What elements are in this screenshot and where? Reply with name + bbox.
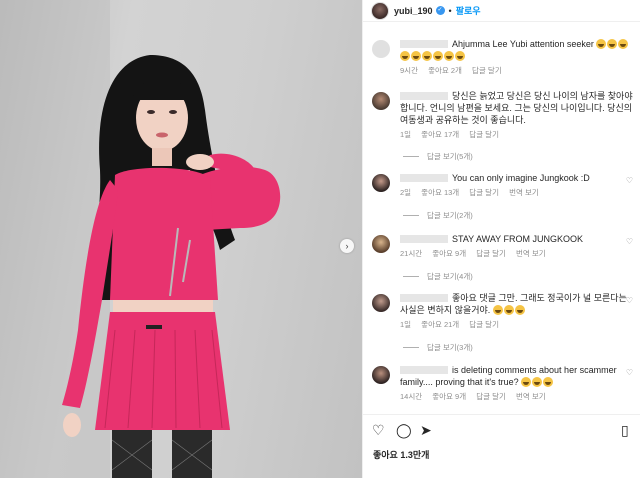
comment-icon[interactable]: ◯ [396, 423, 412, 437]
avatar[interactable] [372, 366, 390, 384]
comment-text: 당신은 늙었고 당신은 당신 나이의 남자를 찾아야합니다. 언니의 남편을 보… [400, 90, 633, 126]
separator-dot: • [448, 5, 452, 16]
comment-likes[interactable]: 좋아요 9개 [432, 249, 466, 258]
comment-time: 14시간 [400, 392, 423, 401]
comment-likes[interactable]: 좋아요 21개 [421, 320, 459, 329]
comment-text-content: Ahjumma Lee Yubi attention seeker [452, 39, 594, 49]
view-replies-button[interactable]: 답글 보기(4개) [403, 271, 473, 282]
emoji-row [521, 377, 554, 387]
heart-icon[interactable]: ♡ [372, 423, 385, 437]
share-icon[interactable]: ➤ [420, 423, 432, 437]
post-header: yubi_190 ✓ • 팔로우 [363, 0, 640, 22]
comment-text: You can only imagine Jungkook :D [400, 172, 633, 184]
username-blurred [400, 294, 448, 302]
translate-button[interactable]: 번역 보기 [516, 392, 546, 401]
post-photo[interactable]: › [0, 0, 362, 478]
post-actions: ♡ ◯ ➤ ▯ [363, 414, 640, 444]
comment-time: 2일 [400, 188, 412, 197]
comment-time: 1일 [400, 130, 412, 139]
comment-likes[interactable]: 좋아요 2개 [428, 66, 462, 75]
avatar[interactable] [372, 235, 390, 253]
next-arrow-icon[interactable]: › [340, 239, 354, 253]
likes-count[interactable]: 좋아요 1.3만개 [373, 448, 429, 461]
comment-text: is deleting comments about her scammer f… [400, 364, 633, 388]
bookmark-icon[interactable]: ▯ [621, 423, 629, 437]
comment-heart-icon[interactable]: ♡ [626, 368, 633, 377]
comment-heart-icon[interactable]: ♡ [626, 94, 633, 103]
comment-text: Ahjumma Lee Yubi attention seeker [400, 38, 633, 62]
avatar[interactable] [372, 174, 390, 192]
reply-button[interactable]: 답글 달기 [469, 188, 499, 197]
username[interactable]: yubi_190 [394, 6, 433, 16]
comment-likes[interactable]: 좋아요 13개 [421, 188, 459, 197]
comment-meta: 2일 좋아요 13개 답글 달기 번역 보기 [400, 187, 633, 198]
reply-button[interactable]: 답글 달기 [469, 130, 499, 139]
translate-button[interactable]: 번역 보기 [516, 249, 546, 258]
replies-divider [403, 276, 419, 277]
comment-likes[interactable]: 좋아요 9개 [432, 392, 466, 401]
avatar[interactable] [372, 40, 390, 58]
view-replies-button[interactable]: 답글 보기(2개) [403, 210, 473, 221]
avatar[interactable] [372, 92, 390, 110]
view-replies-label[interactable]: 답글 보기(2개) [427, 210, 473, 221]
comment-time: 21시간 [400, 249, 423, 258]
username-blurred [400, 174, 448, 182]
comment-time: 1일 [400, 320, 412, 329]
emoji-row [492, 305, 526, 315]
comment-meta: 1일 좋아요 21개 답글 달기 [400, 319, 633, 330]
view-replies-label[interactable]: 답글 보기(5개) [427, 151, 473, 162]
avatar[interactable] [371, 1, 389, 20]
reply-button[interactable]: 답글 달기 [469, 320, 499, 329]
translate-button[interactable]: 번역 보기 [509, 188, 539, 197]
comment-meta: 14시간 좋아요 9개 답글 달기 번역 보기 [400, 391, 633, 402]
view-replies-label[interactable]: 답글 보기(3개) [427, 342, 473, 353]
replies-divider [403, 215, 419, 216]
woman-in-pink-outfit-image [0, 0, 281, 478]
username-blurred [400, 235, 448, 243]
replies-divider [403, 156, 419, 157]
comment-likes[interactable]: 좋아요 17개 [421, 130, 459, 139]
username-blurred [400, 366, 448, 374]
follow-button[interactable]: 팔로우 [456, 4, 481, 17]
reply-button[interactable]: 답글 달기 [472, 66, 502, 75]
reply-button[interactable]: 답글 달기 [476, 249, 506, 258]
comment-text-content: STAY AWAY FROM JUNGKOOK [452, 234, 584, 244]
comment-heart-icon[interactable]: ♡ [626, 176, 633, 185]
view-replies-button[interactable]: 답글 보기(3개) [403, 342, 473, 353]
comment-text-content: You can only imagine Jungkook :D [452, 173, 590, 183]
comment-text: 좋아요 댓글 그만. 그래도 정국이가 널 모른다는 사실은 변하지 않을거야. [400, 292, 633, 316]
comment-meta: 9시간 좋아요 2개 답글 달기 [400, 65, 633, 76]
username-blurred [400, 92, 448, 100]
comment-heart-icon[interactable]: ♡ [626, 237, 633, 246]
comment-meta: 1일 좋아요 17개 답글 달기 [400, 129, 633, 140]
comment-text: STAY AWAY FROM JUNGKOOK [400, 233, 633, 245]
view-replies-button[interactable]: 답글 보기(5개) [403, 151, 473, 162]
reply-button[interactable]: 답글 달기 [476, 392, 506, 401]
username-blurred [400, 40, 448, 48]
verified-badge-icon: ✓ [435, 6, 445, 15]
post-sidebar: yubi_190 ✓ • 팔로우 Ahjumma Lee Yubi attent… [362, 0, 640, 478]
comment-heart-icon[interactable]: ♡ [626, 296, 633, 305]
avatar[interactable] [372, 294, 390, 312]
comment-meta: 21시간 좋아요 9개 답글 달기 번역 보기 [400, 248, 633, 259]
replies-divider [403, 347, 419, 348]
comment-time: 9시간 [400, 66, 418, 75]
view-replies-label[interactable]: 답글 보기(4개) [427, 271, 473, 282]
